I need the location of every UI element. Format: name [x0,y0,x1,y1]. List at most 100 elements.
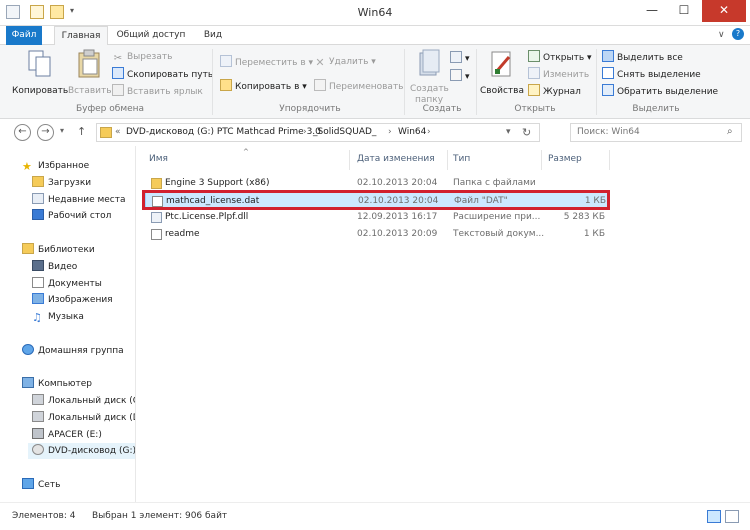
invert-selection-icon [602,84,614,96]
ribbon-separator [212,49,213,115]
search-icon[interactable]: ⌕ [727,126,733,137]
address-segment-dvd[interactable]: DVD-дисковод (G:) PTC Mathcad Prime 3.0 [126,124,321,141]
details-view-icon[interactable] [707,510,721,523]
close-button[interactable]: ✕ [702,0,746,22]
title-bar: ▾ Win64 — ☐ ✕ [0,0,750,26]
paste-button[interactable]: Вставить [68,49,112,97]
nav-favorites[interactable]: ★ Избранное [22,158,89,174]
help-icon[interactable]: ? [732,28,744,40]
tab-view[interactable]: Вид [196,26,230,45]
tab-file[interactable]: Файл [6,26,42,45]
copy-to-button[interactable]: Копировать в ▾ [220,79,307,93]
search-input[interactable]: Поиск: Win64 [570,123,742,142]
nav-local-d[interactable]: Локальный диск (D [32,410,135,426]
new-item-button[interactable]: ▾ [450,51,470,65]
recent-places-icon [32,193,44,204]
nav-video[interactable]: Видео [32,259,77,275]
back-button[interactable]: ← [14,124,31,141]
open-button[interactable]: Открыть ▾ [528,50,592,64]
file-type: Текстовый докум... [453,229,545,239]
nav-recent[interactable]: Недавние места [32,192,126,208]
nav-music[interactable]: ♫ Музыка [32,309,84,325]
minimize-button[interactable]: — [636,0,668,22]
column-header-date[interactable]: Дата изменения [357,154,435,164]
column-header-size[interactable]: Размер [548,154,582,164]
address-field[interactable]: « DVD-дисковод (G:) PTC Mathcad Prime 3.… [96,123,540,142]
easy-access-button[interactable]: ▾ [450,69,470,83]
nav-apacer[interactable]: APACER (E:) [32,427,102,443]
cut-button[interactable]: ✂ Вырезать [112,50,173,64]
column-separator[interactable] [609,150,610,170]
address-separator-icon[interactable]: › [303,124,307,141]
move-to-icon [220,55,232,67]
nav-images[interactable]: Изображения [32,292,113,308]
nav-dvd[interactable]: DVD-дисковод (G:) I [28,443,135,459]
address-segment-win64[interactable]: Win64 [398,124,426,141]
table-row[interactable]: readme 02.10.2013 20:09 Текстовый докум.… [145,226,609,243]
column-separator[interactable] [447,150,448,170]
nav-libraries[interactable]: Библиотеки [22,242,95,258]
column-separator[interactable] [349,150,350,170]
folder-icon [151,178,162,189]
column-header-name[interactable]: Имя [149,154,168,164]
file-date: 12.09.2013 16:17 [357,212,438,222]
video-icon [32,260,44,271]
music-icon: ♫ [32,311,42,324]
up-button[interactable]: ↑ [77,125,86,138]
dll-file-icon [151,212,162,223]
nav-desktop[interactable]: Рабочий стол [32,208,111,224]
delete-button[interactable]: ✕ Удалить ▾ [314,55,375,69]
column-header-type[interactable]: Тип [453,154,470,164]
nav-computer[interactable]: Компьютер [22,376,92,392]
select-none-button[interactable]: Снять выделение [602,67,701,81]
ribbon-collapse-icon[interactable]: ∨ [718,30,725,40]
copy-button[interactable]: Копировать [12,49,68,97]
refresh-icon[interactable]: ↻ [522,124,531,141]
column-separator[interactable] [541,150,542,170]
ribbon-tabs: Файл Главная Общий доступ Вид ∨ ? [0,26,750,46]
file-size: 5 283 КБ [563,212,605,222]
address-dropdown-icon[interactable]: ▾ [506,124,511,141]
address-separator-icon[interactable]: › [388,124,392,141]
nav-local-c[interactable]: Локальный диск (C [32,393,135,409]
recent-locations-dropdown-icon[interactable]: ▾ [60,126,64,135]
nav-documents[interactable]: Документы [32,276,102,292]
computer-icon [22,377,34,388]
address-overflow-chevron[interactable]: « [115,124,121,141]
nav-network[interactable]: Сеть [22,477,60,493]
history-button[interactable]: Журнал [528,84,581,98]
select-group-label: Выделить [632,104,680,114]
copy-path-icon [112,67,124,79]
properties-icon [491,51,511,77]
new-folder-button[interactable]: Создать папку [410,49,449,106]
ribbon: Копировать Вставить ✂ Вырезать Скопироват… [0,45,750,119]
network-icon [22,478,34,489]
properties-button[interactable]: Свойства [480,49,524,97]
copy-to-icon [220,79,232,91]
edit-button[interactable]: Изменить [528,67,589,81]
status-bar: Элементов: 4 Выбран 1 элемент: 906 байт [0,502,750,530]
downloads-icon [32,176,44,187]
forward-button[interactable]: → [37,124,54,141]
paste-shortcut-button[interactable]: Вставить ярлык [112,84,203,98]
organize-group-label: Упорядочить [279,104,341,114]
copy-path-button[interactable]: Скопировать путь [112,67,213,81]
table-row[interactable]: Ptc.License.Plpf.dll 12.09.2013 16:17 Ра… [145,209,609,226]
tab-home[interactable]: Главная [54,26,108,46]
large-icons-view-icon[interactable] [725,510,739,523]
nav-homegroup[interactable]: Домашняя группа [22,343,124,359]
scissors-icon: ✂ [113,53,123,64]
select-all-icon [602,50,614,62]
open-group-label: Открыть [514,104,556,114]
address-segment-solidsquad[interactable]: _SolidSQUAD_ [313,124,376,141]
select-all-button[interactable]: Выделить все [602,50,683,64]
tab-share[interactable]: Общий доступ [112,26,190,45]
invert-selection-button[interactable]: Обратить выделение [602,84,718,98]
move-to-button[interactable]: Переместить в ▾ [220,55,313,69]
file-name: readme [165,229,200,239]
maximize-button[interactable]: ☐ [668,0,700,22]
rename-button[interactable]: Переименовать [314,79,404,93]
sort-up-icon: ^ [243,148,249,156]
address-separator-icon[interactable]: › [427,124,431,141]
nav-downloads[interactable]: Загрузки [32,175,91,191]
